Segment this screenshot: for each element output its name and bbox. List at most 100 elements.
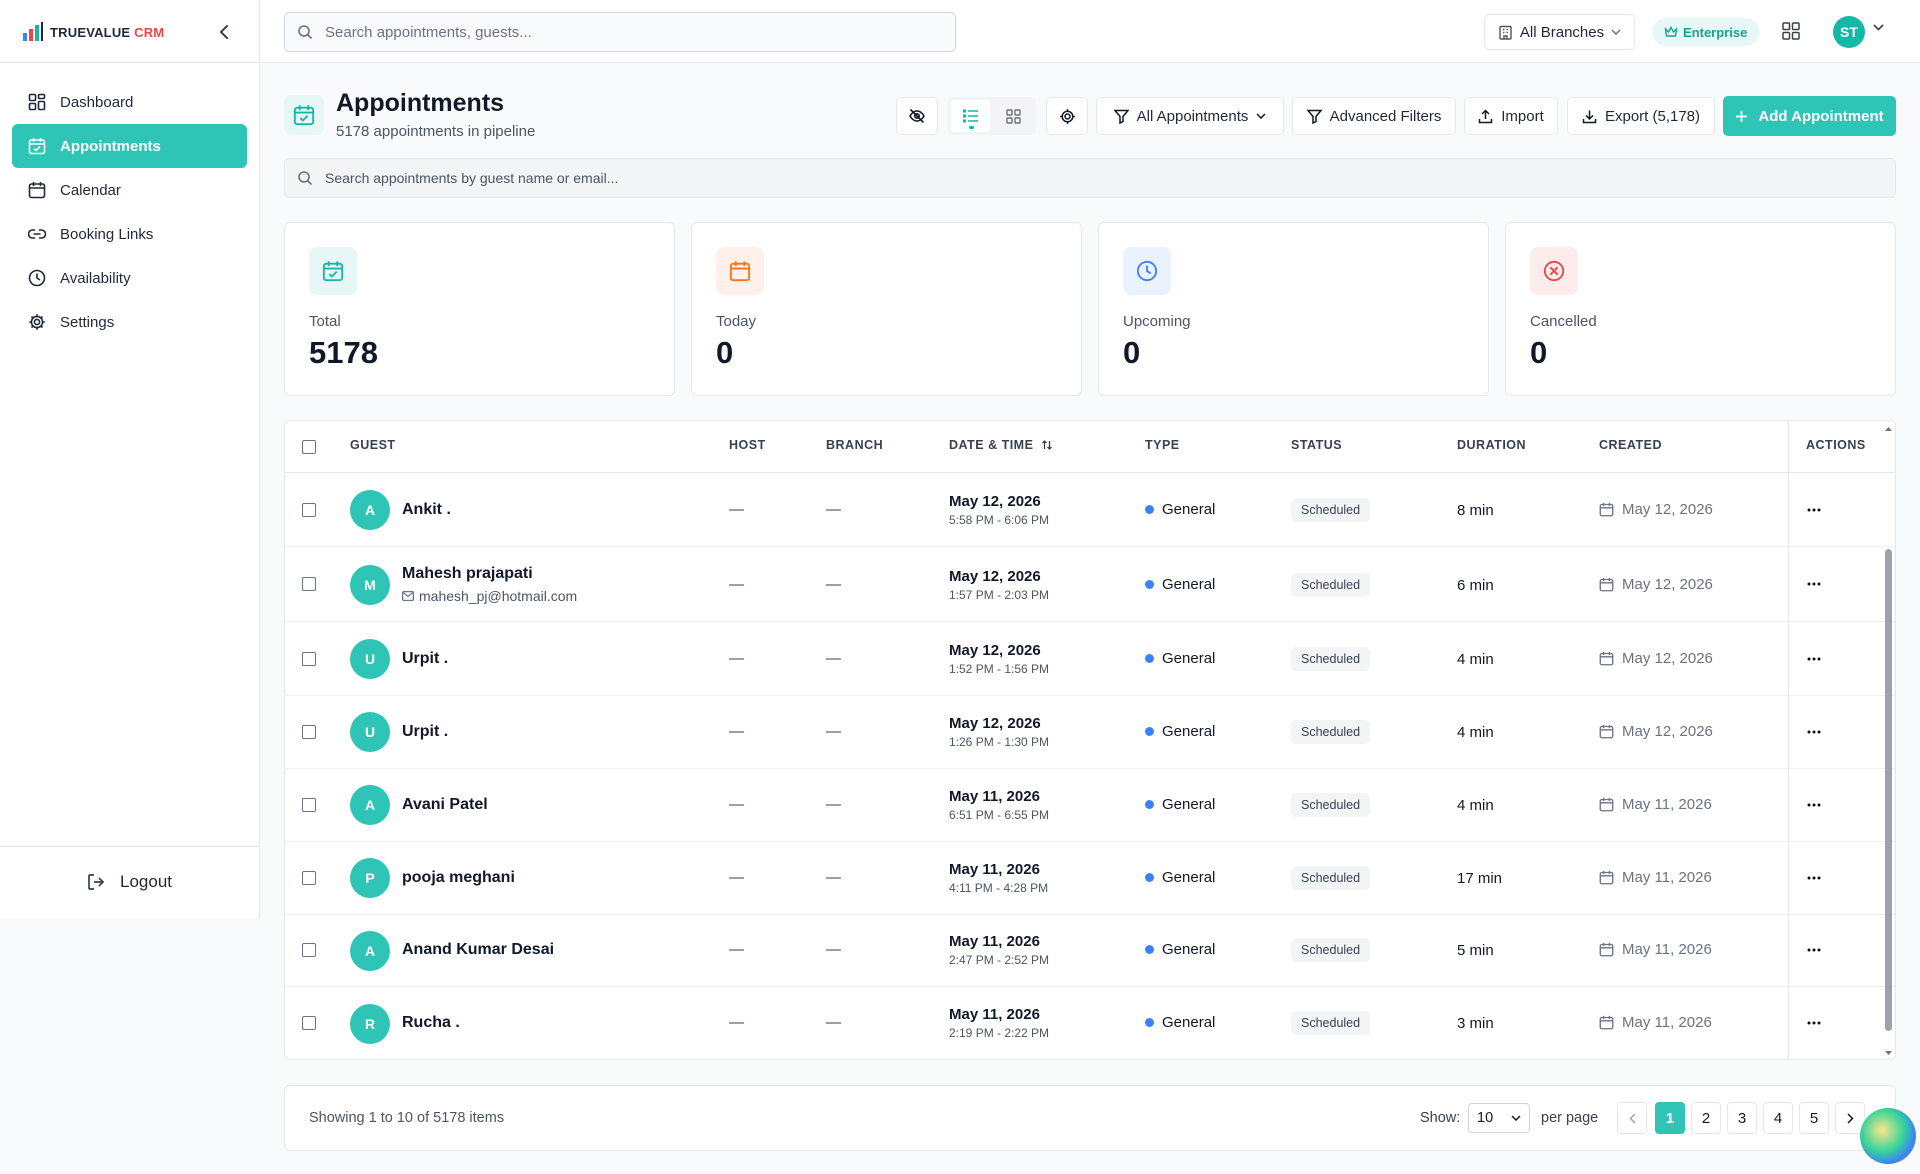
guest-name[interactable]: Urpit .	[402, 650, 448, 668]
logout-button[interactable]: Logout	[86, 872, 172, 892]
chevron-down-icon[interactable]	[1873, 24, 1884, 31]
sidebar-item-booking-links[interactable]: Booking Links	[12, 212, 247, 256]
row-checkbox[interactable]	[302, 871, 316, 885]
sidebar-item-appointments[interactable]: Appointments	[12, 124, 247, 168]
add-appointment-button[interactable]: Add Appointment	[1723, 96, 1896, 136]
duration-value: 17 min	[1457, 870, 1503, 887]
branch-value: —	[826, 869, 841, 886]
per-page-value: 10	[1477, 1110, 1494, 1126]
created-label: May 11, 2026	[1622, 869, 1712, 886]
scrollbar-thumb[interactable]	[1885, 549, 1892, 1031]
user-avatar[interactable]: ST	[1833, 16, 1865, 48]
page-button-4[interactable]: 4	[1763, 1102, 1793, 1134]
table-row[interactable]: A Anand Kumar Desai — — May 11, 2026 2:4…	[285, 915, 1895, 987]
table-row[interactable]: A Avani Patel — — May 11, 2026 6:51 PM -…	[285, 769, 1895, 842]
table-row[interactable]: A Ankit . — — May 12, 2026 5:58 PM - 6:0…	[285, 473, 1895, 547]
guest-name[interactable]: Avani Patel	[402, 796, 488, 814]
appointment-filter-select[interactable]: All Appointments	[1096, 97, 1284, 135]
table-row[interactable]: M Mahesh prajapati mahesh_pj@hotmail.com…	[285, 547, 1895, 622]
list-view-button[interactable]	[951, 100, 990, 132]
collapse-sidebar-icon[interactable]	[214, 20, 234, 44]
row-checkbox[interactable]	[302, 943, 316, 957]
add-appointment-label: Add Appointment	[1758, 107, 1884, 125]
created-label: May 12, 2026	[1622, 501, 1713, 518]
guest-name[interactable]: Anand Kumar Desai	[402, 941, 554, 959]
sidebar-item-calendar[interactable]: Calendar	[12, 168, 247, 212]
table-row[interactable]: U Urpit . — — May 12, 2026 1:26 PM - 1:3…	[285, 696, 1895, 769]
export-button[interactable]: Export (5,178)	[1567, 97, 1715, 135]
sidebar-item-settings[interactable]: Settings	[12, 300, 247, 344]
hide-columns-button[interactable]	[896, 97, 938, 135]
select-all-checkbox[interactable]	[302, 440, 316, 454]
advanced-filters-button[interactable]: Advanced Filters	[1292, 97, 1456, 135]
floating-assistant-image[interactable]	[1860, 1108, 1916, 1164]
row-checkbox[interactable]	[302, 503, 316, 517]
row-checkbox[interactable]	[302, 1016, 316, 1030]
page-button-5[interactable]: 5	[1799, 1102, 1829, 1134]
column-header-duration[interactable]: DURATION	[1457, 438, 1526, 452]
page-button-2[interactable]: 2	[1691, 1102, 1721, 1134]
sidebar-item-dashboard[interactable]: Dashboard	[12, 80, 247, 124]
column-header-created[interactable]: CREATED	[1599, 438, 1662, 452]
row-actions-button[interactable]	[1794, 790, 1834, 820]
row-actions-button[interactable]	[1794, 495, 1834, 525]
row-checkbox[interactable]	[302, 652, 316, 666]
global-search[interactable]	[284, 12, 956, 52]
column-header-type[interactable]: TYPE	[1145, 438, 1180, 452]
page-button-1[interactable]: 1	[1655, 1102, 1685, 1134]
guest-name[interactable]: Mahesh prajapati	[402, 565, 533, 583]
column-header-status[interactable]: STATUS	[1291, 438, 1342, 452]
column-header-branch[interactable]: BRANCH	[826, 438, 883, 452]
column-header-host[interactable]: HOST	[729, 438, 766, 452]
sidebar: TRUEVALUE CRM Dashboard Appointments Cal…	[0, 0, 260, 918]
guest-avatar: U	[350, 712, 390, 752]
row-checkbox[interactable]	[302, 577, 316, 591]
table-row[interactable]: U Urpit . — — May 12, 2026 1:52 PM - 1:5…	[285, 622, 1895, 696]
import-button[interactable]: Import	[1464, 97, 1558, 135]
guest-name[interactable]: Urpit .	[402, 723, 448, 741]
pagination-bar: Showing 1 to 10 of 5178 items Show: 10 p…	[284, 1085, 1896, 1151]
status-badge: Scheduled	[1291, 938, 1371, 962]
row-checkbox[interactable]	[302, 798, 316, 812]
guest-email[interactable]: mahesh_pj@hotmail.com	[402, 588, 577, 604]
appointment-search-input[interactable]	[325, 170, 1825, 186]
prev-page-button[interactable]	[1617, 1102, 1647, 1134]
created-label: May 12, 2026	[1622, 723, 1713, 740]
sidebar-item-availability[interactable]: Availability	[12, 256, 247, 300]
column-header-date-time[interactable]: DATE & TIME	[949, 438, 1053, 452]
grid-view-button[interactable]	[994, 100, 1033, 132]
stat-card-upcoming: Upcoming 0	[1098, 222, 1489, 396]
page-button-3[interactable]: 3	[1727, 1102, 1757, 1134]
row-actions-button[interactable]	[1794, 1008, 1834, 1038]
per-page-select[interactable]: 10	[1468, 1103, 1530, 1133]
guest-name[interactable]: Ankit .	[402, 501, 451, 519]
row-actions-button[interactable]	[1794, 935, 1834, 965]
branch-selector-label: All Branches	[1519, 23, 1605, 41]
status-badge: Scheduled	[1291, 793, 1371, 817]
table-row[interactable]: P pooja meghani — — May 11, 2026 4:11 PM…	[285, 842, 1895, 915]
row-actions-button[interactable]	[1794, 717, 1834, 747]
guest-name[interactable]: pooja meghani	[402, 869, 515, 887]
host-value: —	[729, 501, 744, 518]
table-row[interactable]: R Rucha . — — May 11, 2026 2:19 PM - 2:2…	[285, 987, 1895, 1059]
row-actions-button[interactable]	[1794, 569, 1834, 599]
branch-selector[interactable]: All Branches	[1484, 14, 1635, 50]
appointment-time: 2:47 PM - 2:52 PM	[949, 953, 1050, 967]
table-settings-button[interactable]	[1046, 97, 1088, 135]
appointment-search[interactable]	[284, 158, 1896, 198]
row-actions-button[interactable]	[1794, 863, 1834, 893]
more-horizontal-icon	[1807, 876, 1821, 880]
apps-grid-icon[interactable]	[1780, 20, 1802, 42]
branch-value: —	[826, 723, 841, 740]
page-subtitle: 5178 appointments in pipeline	[336, 123, 536, 140]
app-logo[interactable]: TRUEVALUE CRM	[22, 20, 164, 44]
column-header-actions: ACTIONS	[1806, 438, 1866, 452]
sort-icon[interactable]	[1041, 439, 1053, 451]
status-badge: Scheduled	[1291, 647, 1371, 671]
row-actions-button[interactable]	[1794, 644, 1834, 674]
guest-name[interactable]: Rucha .	[402, 1014, 460, 1032]
global-search-input[interactable]	[325, 23, 925, 41]
row-checkbox[interactable]	[302, 725, 316, 739]
status-badge: Scheduled	[1291, 1011, 1371, 1035]
column-header-guest[interactable]: GUEST	[350, 438, 396, 452]
